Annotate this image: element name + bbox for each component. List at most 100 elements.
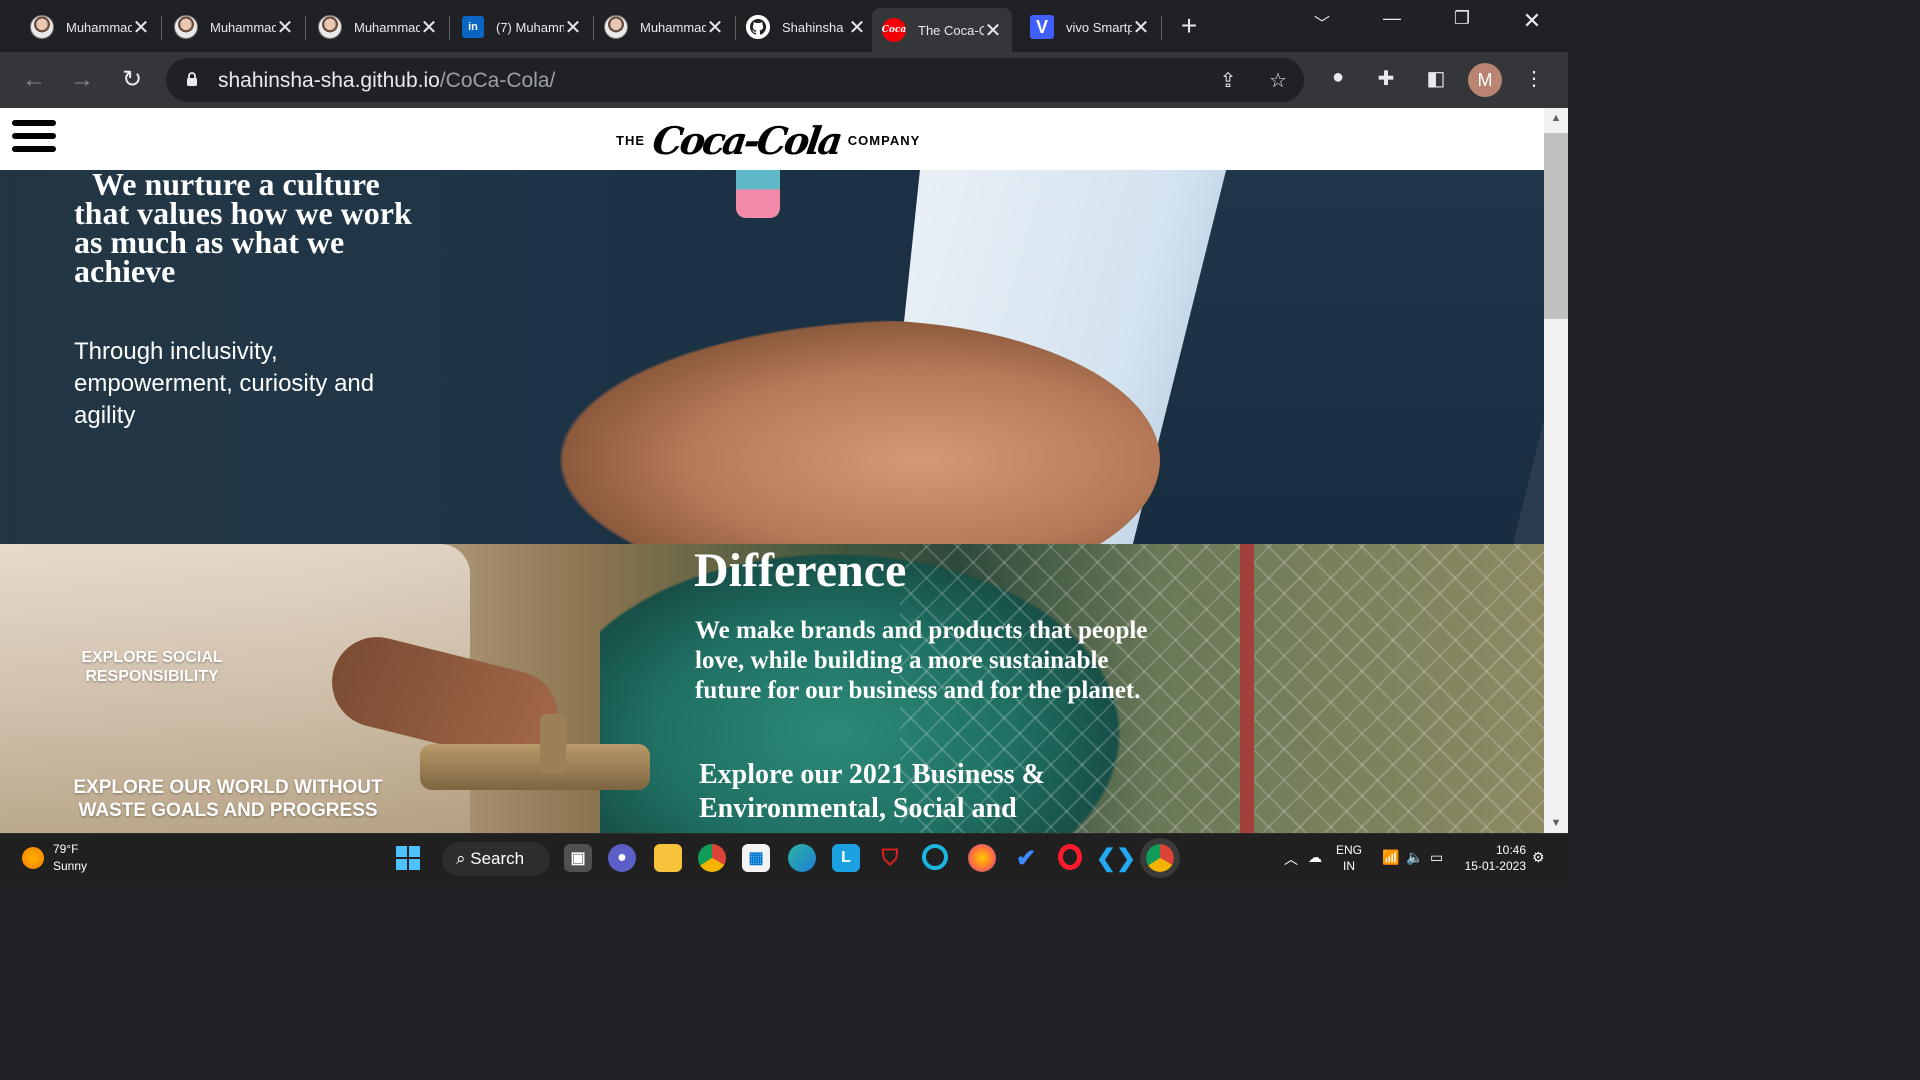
chrome-icon[interactable] bbox=[698, 844, 726, 872]
browser-tab[interactable]: Muhammad ✕ bbox=[594, 8, 736, 46]
mcafee-shield-icon[interactable]: ⛉ bbox=[876, 844, 904, 872]
restore-icon[interactable]: ❐ bbox=[1442, 8, 1482, 29]
close-tab-icon[interactable]: ✕ bbox=[420, 15, 438, 40]
sunny-weather-icon[interactable] bbox=[22, 847, 44, 869]
difference-section: EXPLORE SOCIAL RESPONSIBILITY EXPLORE OU… bbox=[0, 544, 1544, 833]
chrome-active-icon[interactable] bbox=[1140, 838, 1180, 878]
tap-handle-image bbox=[540, 714, 566, 774]
forward-arrow-icon[interactable]: → bbox=[66, 64, 98, 96]
side-panel-icon[interactable]: ◧ bbox=[1422, 66, 1450, 91]
close-tab-icon[interactable]: ✕ bbox=[132, 15, 150, 40]
page-scrollbar[interactable]: ▲ ▼ bbox=[1544, 108, 1568, 833]
task-view-icon[interactable]: ▣ bbox=[564, 844, 592, 872]
search-icon: ⌕ bbox=[456, 849, 471, 868]
kebab-menu-icon[interactable]: ⋮ bbox=[1520, 66, 1548, 91]
url-host: shahinsha-sha.github.io bbox=[218, 69, 440, 92]
notification-icon[interactable]: ⚙ bbox=[1532, 849, 1545, 866]
browser-tab[interactable]: Muhammad ✕ bbox=[308, 8, 450, 46]
windows-start-icon[interactable] bbox=[394, 844, 422, 872]
vivo-favicon-icon: V bbox=[1030, 15, 1054, 39]
tab-separator bbox=[305, 16, 306, 40]
linkedin-favicon-icon: in bbox=[462, 16, 484, 38]
edge-icon[interactable] bbox=[788, 844, 816, 872]
hero-subtext: Through inclusivity, empowerment, curios… bbox=[74, 338, 375, 429]
difference-statement: We make brands and products that people … bbox=[695, 617, 1148, 704]
hero-heading: We nurture a culture that values how we … bbox=[74, 170, 412, 289]
microsoft-store-icon[interactable]: ▦ bbox=[742, 844, 770, 872]
close-tab-icon[interactable]: ✕ bbox=[564, 15, 582, 40]
taskbar-search-button[interactable]: ⌕ Search bbox=[442, 842, 550, 876]
todo-check-icon[interactable]: ✔ bbox=[1012, 844, 1040, 872]
tab-separator bbox=[1161, 16, 1162, 40]
explore-report-text[interactable]: Explore our 2021 Business & Environmenta… bbox=[699, 758, 1099, 826]
battery-icon[interactable]: ▭ bbox=[1430, 849, 1443, 866]
weather-widget[interactable]: 79°F Sunny bbox=[53, 841, 87, 875]
taskbar-search-label: Search bbox=[470, 849, 525, 868]
reload-icon[interactable]: ↻ bbox=[116, 64, 148, 96]
tab-title: Muhammad bbox=[640, 19, 706, 35]
close-window-icon[interactable]: ✕ bbox=[1512, 8, 1552, 34]
person-favicon-icon bbox=[30, 15, 54, 39]
close-tab-icon[interactable]: ✕ bbox=[706, 15, 724, 40]
vscode-icon[interactable]: ❮❯ bbox=[1096, 844, 1136, 872]
tab-title: Muhammad bbox=[66, 19, 132, 35]
logo-script: Coca-Cola bbox=[649, 118, 843, 163]
address-bar[interactable]: shahinsha-sha.github.io/CoCa-Cola/ ⇪ ☆ bbox=[166, 58, 1304, 102]
opera-icon[interactable] bbox=[1058, 844, 1082, 870]
profile-avatar[interactable]: M bbox=[1468, 63, 1502, 97]
extension-icon[interactable]: ● bbox=[1324, 66, 1352, 89]
coca-cola-favicon-icon: Coca bbox=[882, 18, 906, 42]
browser-tab-active[interactable]: Coca The Coca-Cola ✕ bbox=[872, 8, 1012, 52]
clock[interactable]: 10:46 15-01-2023 bbox=[1460, 842, 1526, 874]
new-tab-plus-icon[interactable]: + bbox=[1172, 10, 1206, 44]
close-tab-icon[interactable]: ✕ bbox=[1132, 15, 1150, 40]
language-indicator[interactable]: ENG IN bbox=[1336, 842, 1362, 874]
close-tab-icon[interactable]: ✕ bbox=[276, 15, 294, 40]
tab-search-chevron-icon[interactable]: ﹀ bbox=[1302, 10, 1342, 34]
firefox-icon[interactable] bbox=[968, 844, 996, 872]
scroll-down-arrow-icon[interactable]: ▼ bbox=[1544, 817, 1568, 829]
weather-condition: Sunny bbox=[53, 859, 88, 873]
share-icon[interactable]: ⇪ bbox=[1214, 68, 1242, 93]
hero-image-pen bbox=[736, 170, 780, 218]
windows-taskbar: 79°F Sunny ⌕ Search ▣ ● ▦ L ⛉ ✔ ❮❯ ︿ ☁ E… bbox=[0, 833, 1568, 882]
show-hidden-icons-chevron-icon[interactable]: ︿ bbox=[1284, 849, 1298, 869]
hamburger-menu-icon[interactable] bbox=[12, 120, 56, 158]
scrollbar-thumb[interactable] bbox=[1544, 133, 1568, 319]
browser-tab[interactable]: Muhammad ✕ bbox=[20, 8, 162, 46]
onedrive-cloud-icon[interactable]: ☁ bbox=[1308, 849, 1322, 866]
explore-world-without-waste-link[interactable]: EXPLORE OUR WORLD WITHOUT WASTE GOALS AN… bbox=[58, 776, 398, 822]
site-header: THE Coca-Cola COMPANY bbox=[0, 108, 1544, 170]
browser-toolbar: ← → ↻ shahinsha-sha.github.io/CoCa-Cola/… bbox=[0, 52, 1568, 108]
url-text: shahinsha-sha.github.io/CoCa-Cola/ bbox=[218, 69, 555, 93]
close-tab-icon[interactable]: ✕ bbox=[984, 18, 1002, 43]
coca-cola-company-logo[interactable]: THE Coca-Cola COMPANY bbox=[616, 118, 920, 163]
clock-date: 15-01-2023 bbox=[1464, 859, 1526, 873]
minimize-icon[interactable]: — bbox=[1372, 8, 1412, 29]
wifi-icon[interactable]: 📶 bbox=[1382, 849, 1399, 866]
close-tab-icon[interactable]: ✕ bbox=[848, 15, 866, 40]
url-path: /CoCa-Cola/ bbox=[439, 69, 556, 92]
bookmark-star-icon[interactable]: ☆ bbox=[1264, 68, 1292, 93]
scroll-up-arrow-icon[interactable]: ▲ bbox=[1544, 112, 1568, 124]
tab-title: (7) Muhammad bbox=[496, 19, 564, 35]
weather-temperature: 79°F bbox=[53, 842, 79, 856]
back-arrow-icon[interactable]: ← bbox=[18, 64, 50, 96]
lock-icon bbox=[187, 72, 197, 86]
puzzle-extensions-icon[interactable]: ✚ bbox=[1372, 66, 1400, 91]
volume-icon[interactable]: 🔈 bbox=[1406, 849, 1423, 866]
explore-social-responsibility-link[interactable]: EXPLORE SOCIAL RESPONSIBILITY bbox=[74, 648, 230, 686]
l-app-icon[interactable]: L bbox=[832, 844, 860, 872]
tab-separator bbox=[161, 16, 162, 40]
browser-tab[interactable]: Shahinsha ✕ bbox=[736, 8, 878, 46]
tap-image bbox=[420, 744, 650, 790]
person-favicon-icon bbox=[604, 15, 628, 39]
browser-tab[interactable]: in (7) Muhammad ✕ bbox=[452, 8, 594, 46]
cortana-icon[interactable] bbox=[922, 844, 948, 870]
tab-title: vivo Smartphone bbox=[1066, 19, 1132, 35]
tab-separator bbox=[449, 16, 450, 40]
browser-tab[interactable]: V vivo Smartphone ✕ bbox=[1020, 8, 1162, 46]
file-explorer-icon[interactable] bbox=[654, 844, 682, 872]
browser-tab[interactable]: Muhammad ✕ bbox=[164, 8, 306, 46]
teams-chat-icon[interactable]: ● bbox=[608, 844, 636, 872]
